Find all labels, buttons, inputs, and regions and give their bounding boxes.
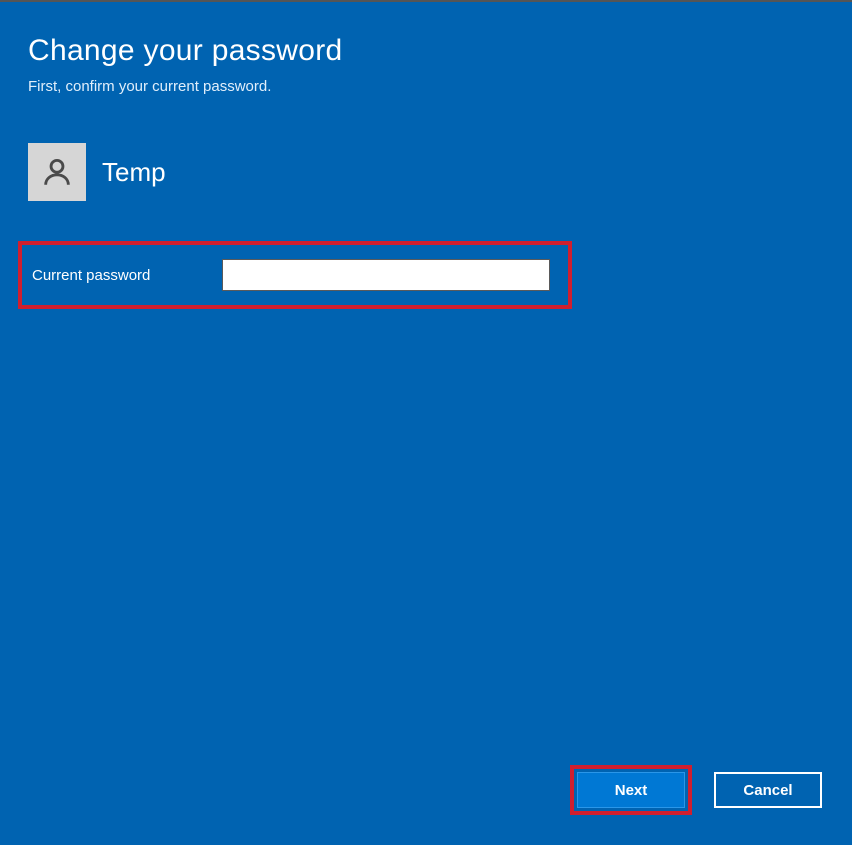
next-button-highlight: Next [570, 765, 692, 815]
current-password-input[interactable] [222, 259, 550, 291]
password-field-highlight: Current password [18, 241, 572, 309]
avatar [28, 143, 86, 201]
username: Temp [102, 157, 166, 188]
user-icon [40, 155, 74, 189]
button-bar: Next Cancel [570, 765, 822, 815]
current-password-label: Current password [32, 267, 222, 284]
page-title: Change your password [28, 34, 824, 68]
page-subtitle: First, confirm your current password. [28, 78, 824, 95]
user-info: Temp [28, 143, 824, 201]
next-button[interactable]: Next [577, 772, 685, 808]
cancel-button[interactable]: Cancel [714, 772, 822, 808]
